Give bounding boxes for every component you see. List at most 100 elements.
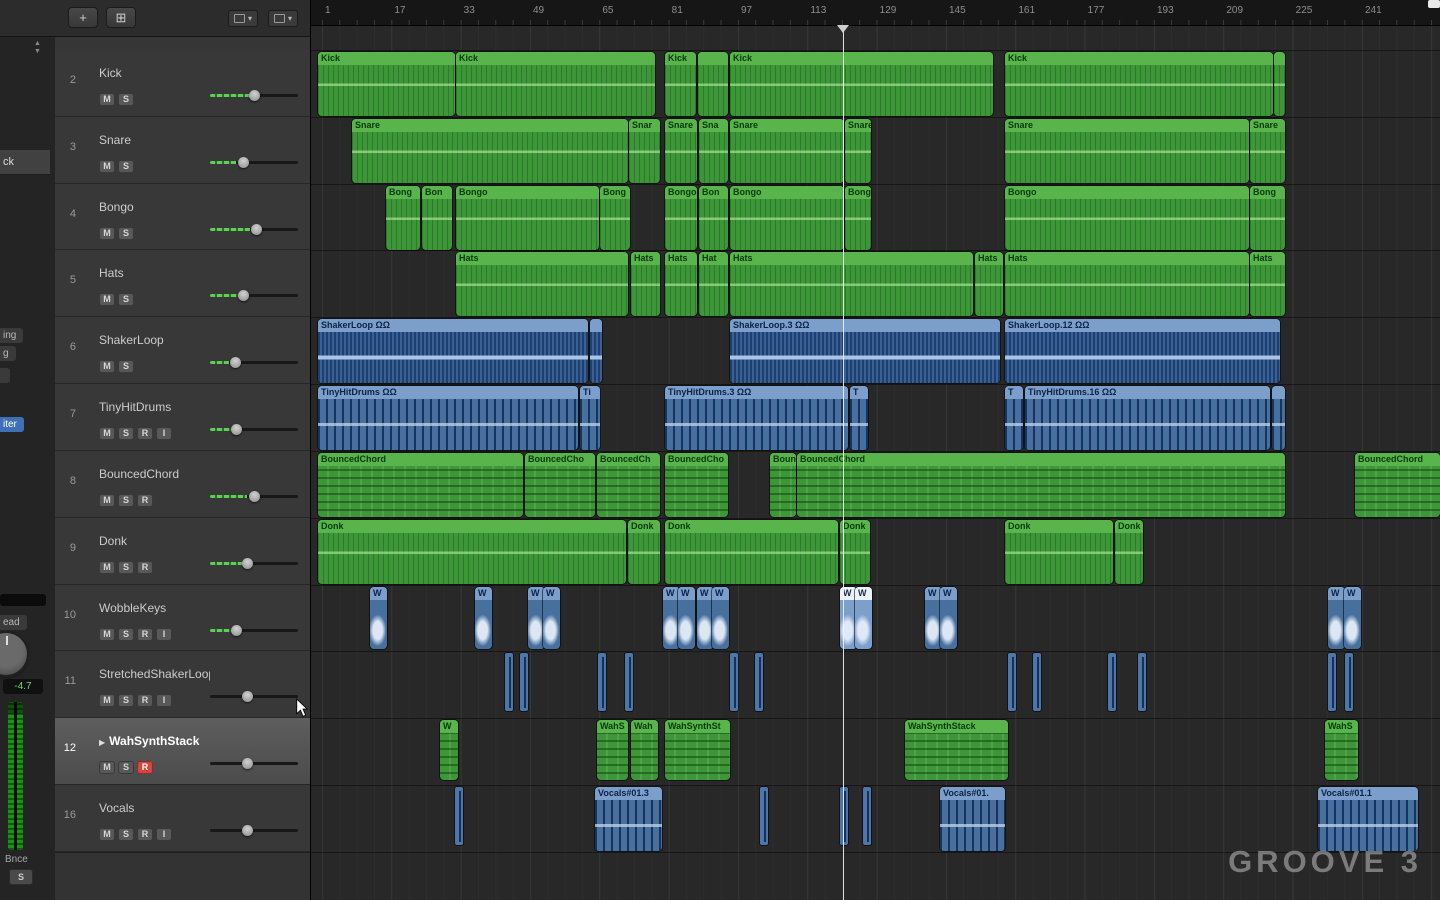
region-kick[interactable]: Kick xyxy=(318,52,455,116)
region-hats[interactable]: Hats xyxy=(665,252,697,317)
region-hats[interactable]: Hats xyxy=(456,252,628,317)
slider-knob[interactable] xyxy=(249,490,260,502)
region-stretchedshakerloop[interactable] xyxy=(1138,653,1146,712)
region-snare[interactable]: Snare xyxy=(665,118,697,183)
region-tinyhitdrums-3[interactable]: TinyHitDrums.3 ΩΩ xyxy=(665,386,848,451)
region-bon[interactable]: Bon xyxy=(422,185,452,250)
region-wah[interactable]: Wah xyxy=(631,720,658,781)
mute-button[interactable]: M xyxy=(99,427,115,441)
track-header-stretchedshakerloop[interactable]: 11 StretchedShakerLoop M S R I xyxy=(55,651,310,719)
playhead[interactable] xyxy=(843,25,844,900)
solo-button[interactable]: S xyxy=(118,627,134,641)
region-vocals[interactable] xyxy=(455,787,463,846)
input-monitor-button[interactable]: I xyxy=(156,694,172,708)
region-snare[interactable]: Snare xyxy=(352,118,628,183)
region-bouncedch[interactable]: BouncedCh xyxy=(597,452,660,517)
region-t[interactable]: T xyxy=(850,386,868,451)
region-donk[interactable]: Donk xyxy=(318,519,626,584)
region-wahsynthst[interactable]: WahSynthSt xyxy=(665,720,730,781)
region-stretchedshakerloop[interactable] xyxy=(520,653,528,712)
disclosure-triangle-icon[interactable]: ▶ xyxy=(99,738,105,747)
region-hats[interactable]: Hats xyxy=(730,252,973,317)
drag-mode-dropdown[interactable]: ▾ xyxy=(228,10,258,27)
region-hats[interactable]: Hats xyxy=(1250,252,1285,317)
region-kick[interactable] xyxy=(1274,52,1285,116)
region-bouncedchord[interactable]: BouncedChord xyxy=(1355,452,1440,517)
region-donk[interactable]: Donk xyxy=(628,519,660,584)
mute-button[interactable]: M xyxy=(99,828,115,842)
volume-slider[interactable] xyxy=(210,490,298,502)
region-donk[interactable]: Donk xyxy=(1115,519,1143,584)
region-w[interactable]: W xyxy=(543,586,560,649)
mute-button[interactable]: M xyxy=(99,159,115,173)
scrollbar-thumb[interactable] xyxy=(1428,0,1440,8)
record-enable-button[interactable]: R xyxy=(137,560,153,574)
volume-slider[interactable] xyxy=(210,424,298,436)
solo-button[interactable]: S xyxy=(118,828,134,842)
volume-slider[interactable] xyxy=(210,90,298,101)
track-header-donk[interactable]: 9 Donk M S R xyxy=(55,517,310,585)
record-enable-button[interactable]: R xyxy=(137,627,153,641)
track-header-kick[interactable]: 2 Kick M S xyxy=(55,50,310,117)
region-stretchedshakerloop[interactable] xyxy=(1008,653,1016,712)
region-stretchedshakerloop[interactable] xyxy=(1108,653,1116,712)
volume-slider[interactable] xyxy=(210,290,298,302)
region-bong[interactable]: Bong xyxy=(386,185,420,250)
slider-knob[interactable] xyxy=(238,290,250,302)
region-shakerloop-12[interactable]: ShakerLoop.12 ΩΩ xyxy=(1005,319,1280,384)
solo-button[interactable]: S xyxy=(118,226,134,240)
slider-knob[interactable] xyxy=(241,825,253,837)
track-header-wahsynthstack[interactable]: 12 ▶ WahSynthStack M S R xyxy=(55,718,310,786)
region-bongo[interactable]: Bongo xyxy=(665,185,697,250)
region-w[interactable]: W xyxy=(940,586,957,649)
region-sna[interactable]: Sna xyxy=(699,118,728,183)
slider-knob[interactable] xyxy=(241,691,253,703)
region-tinyhitdrums-16[interactable]: TinyHitDrums.16 ΩΩ xyxy=(1025,386,1270,451)
volume-slider[interactable] xyxy=(210,691,298,703)
region-kick[interactable] xyxy=(698,52,728,116)
region-wahs[interactable]: WahS xyxy=(1325,720,1358,781)
region-stretchedshakerloop[interactable] xyxy=(1328,653,1336,712)
region-vocals-01[interactable]: Vocals#01. xyxy=(940,787,1005,852)
track-header-vocals[interactable]: 16 Vocals M S R I xyxy=(55,785,310,852)
region-stretchedshakerloop[interactable] xyxy=(598,653,606,712)
region-w[interactable]: W xyxy=(1344,586,1361,649)
region-donk[interactable]: Donk xyxy=(665,519,838,584)
solo-button[interactable]: S xyxy=(118,159,134,173)
region-boun[interactable]: Boun xyxy=(770,452,796,517)
region-wahsynthstack[interactable]: WahSynthStack xyxy=(905,720,1008,781)
volume-slider[interactable] xyxy=(210,357,298,369)
record-enable-button[interactable]: R xyxy=(137,828,153,842)
region-kick[interactable]: Kick xyxy=(730,52,993,116)
region-bouncedcho[interactable]: BouncedCho xyxy=(665,452,728,517)
solo-button[interactable]: S xyxy=(118,694,134,708)
volume-slider[interactable] xyxy=(210,624,298,636)
slider-knob[interactable] xyxy=(231,624,243,636)
region-wahs[interactable]: WahS xyxy=(597,720,628,781)
volume-slider[interactable] xyxy=(210,223,298,235)
region-t[interactable]: T xyxy=(1005,386,1023,451)
track-header-bongo[interactable]: 4 Bongo M S xyxy=(55,183,310,251)
region-shakerloop[interactable] xyxy=(590,319,602,384)
region-vocals[interactable] xyxy=(863,787,871,846)
region-bong[interactable]: Bong xyxy=(845,185,871,250)
duplicate-track-button[interactable]: ⊞ xyxy=(106,7,136,28)
region-kick[interactable]: Kick xyxy=(456,52,655,116)
record-enable-button[interactable]: R xyxy=(137,493,153,507)
region-stretchedshakerloop[interactable] xyxy=(505,653,513,712)
input-monitor-button[interactable]: I xyxy=(156,828,172,842)
region-kick[interactable]: Kick xyxy=(665,52,696,116)
slider-knob[interactable] xyxy=(231,424,243,436)
track-header-hats[interactable]: 5 Hats M S xyxy=(55,250,310,318)
region-hats[interactable]: Hats xyxy=(631,252,660,317)
region-bon[interactable]: Bon xyxy=(699,185,728,250)
solo-button[interactable]: S xyxy=(118,93,134,106)
mute-button[interactable]: M xyxy=(99,493,115,507)
record-enable-button[interactable]: R xyxy=(137,427,153,441)
mute-button[interactable]: M xyxy=(99,761,115,775)
region-shakerloop-3[interactable]: ShakerLoop.3 ΩΩ xyxy=(730,319,1000,384)
mute-button[interactable]: M xyxy=(99,360,115,374)
volume-slider[interactable] xyxy=(210,758,298,770)
track-header-tinyhitdrums[interactable]: 7 TinyHitDrums M S R I xyxy=(55,384,310,451)
track-header-snare[interactable]: 3 Snare M S xyxy=(55,116,310,184)
